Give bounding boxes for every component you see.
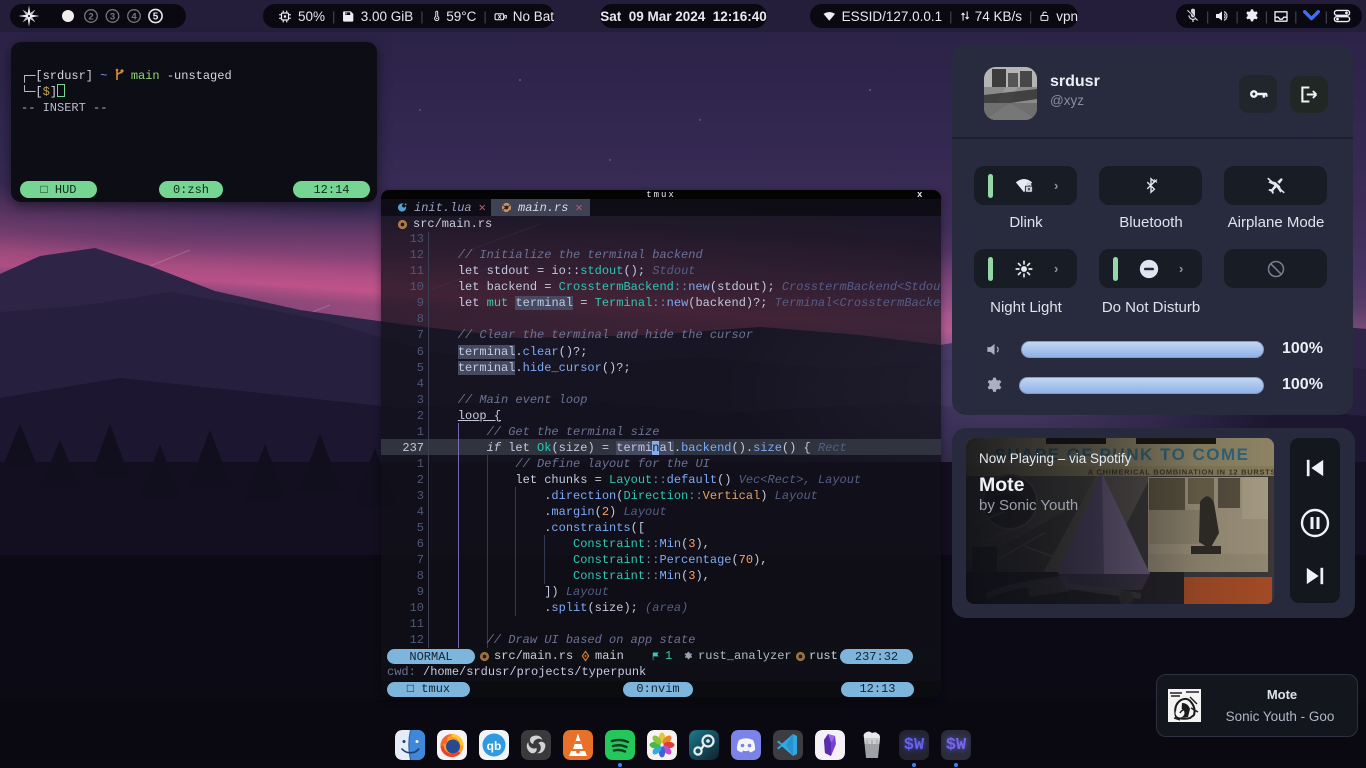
- svg-text:4: 4: [131, 11, 137, 22]
- svg-text:qb: qb: [487, 739, 502, 753]
- svg-text:2: 2: [88, 11, 93, 22]
- svg-text:3: 3: [110, 11, 115, 22]
- svg-text:5: 5: [153, 12, 159, 23]
